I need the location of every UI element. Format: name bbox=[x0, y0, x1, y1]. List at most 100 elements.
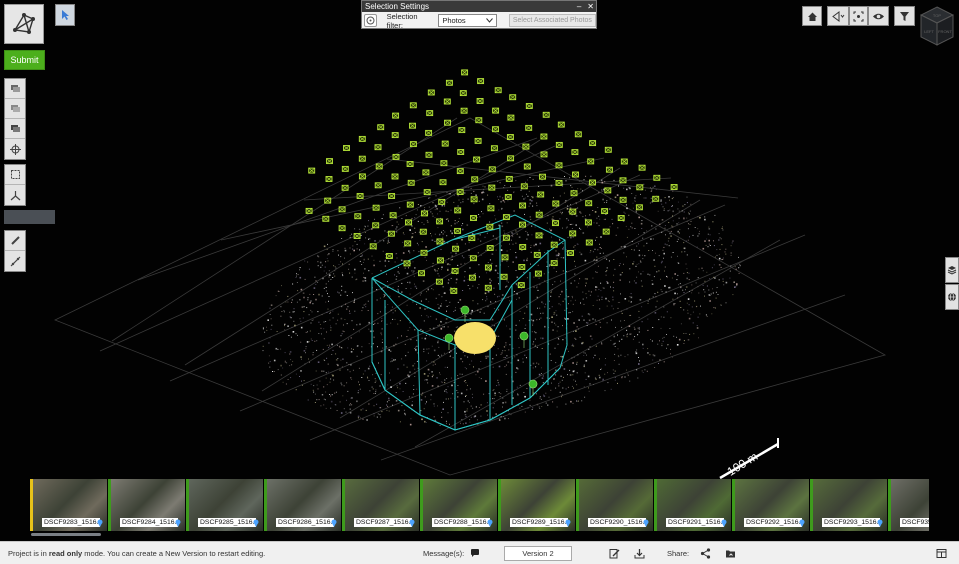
photo-thumbnail[interactable]: DSCF9293_1516... bbox=[810, 479, 887, 531]
camera-marker bbox=[477, 78, 485, 85]
camera-marker bbox=[343, 145, 350, 151]
camera-marker bbox=[388, 193, 396, 199]
tool-target[interactable] bbox=[5, 139, 25, 159]
camera-positions[interactable] bbox=[305, 69, 678, 294]
camera-marker bbox=[535, 211, 543, 218]
ground-grid bbox=[54, 117, 887, 476]
camera-marker bbox=[354, 213, 362, 220]
photo-thumbnail[interactable]: DSCF9291_1516... bbox=[654, 479, 731, 531]
home-button[interactable] bbox=[802, 6, 822, 26]
download-icon[interactable] bbox=[634, 548, 645, 559]
camera-marker bbox=[584, 219, 592, 226]
photo-thumbnail[interactable]: DSCF9283_1516... bbox=[30, 479, 107, 531]
photo-thumbnail[interactable]: DSCF9286_1516... bbox=[264, 479, 341, 531]
version-selector[interactable]: Version 2 bbox=[504, 546, 572, 561]
camera-marker bbox=[322, 215, 330, 222]
tool-box-select[interactable] bbox=[5, 165, 25, 185]
selection-filter-dropdown[interactable]: Photos bbox=[438, 14, 497, 27]
panel-titlebar[interactable]: Selection Settings – ✕ bbox=[362, 1, 596, 12]
thumbnail-caption: DSCF9292_1516... bbox=[744, 518, 802, 527]
camera-marker bbox=[468, 235, 476, 242]
selection-mode-button[interactable] bbox=[364, 14, 377, 27]
tool-layers-1[interactable] bbox=[5, 79, 25, 99]
tool-layers-3[interactable] bbox=[5, 119, 25, 139]
navigation-button[interactable] bbox=[827, 6, 849, 26]
camera-marker bbox=[534, 270, 542, 277]
camera-marker bbox=[377, 124, 385, 131]
photo-thumbnail[interactable]: DSCF9287_1516... bbox=[342, 479, 419, 531]
tool-axis[interactable] bbox=[5, 185, 25, 205]
camera-marker bbox=[501, 254, 509, 261]
filter-button[interactable] bbox=[894, 6, 915, 26]
camera-marker bbox=[550, 260, 558, 267]
photo-thumbnail[interactable]: DSCF9284_1516... bbox=[108, 479, 185, 531]
camera-marker bbox=[487, 205, 495, 212]
panel-layout-icon[interactable] bbox=[936, 548, 947, 559]
tool-pencil[interactable] bbox=[5, 231, 25, 251]
thumbnail-caption: DSCF9287_1516... bbox=[354, 518, 412, 527]
photo-thumbnail[interactable]: DSCF9290_1516... bbox=[576, 479, 653, 531]
globe-side-tab[interactable] bbox=[945, 284, 959, 310]
location-pin-icon bbox=[253, 519, 259, 527]
camera-marker bbox=[450, 287, 458, 294]
camera-marker bbox=[341, 165, 349, 172]
tool-layers-2[interactable] bbox=[5, 99, 25, 119]
selected-region[interactable] bbox=[454, 322, 496, 354]
camera-marker bbox=[358, 173, 366, 180]
camera-marker bbox=[421, 210, 428, 217]
folder-share-icon[interactable] bbox=[725, 548, 736, 559]
camera-marker bbox=[523, 163, 531, 170]
edit-document-icon[interactable] bbox=[609, 548, 620, 559]
thumbnail-caption: DSCF9291_1516... bbox=[666, 518, 724, 527]
select-associated-photos-button[interactable]: Select Associated Photos bbox=[508, 14, 596, 27]
globe-icon bbox=[948, 292, 956, 302]
camera-marker bbox=[425, 129, 433, 136]
camera-marker bbox=[326, 158, 333, 165]
photo-thumbnail[interactable]: DSCF9292_1516... bbox=[732, 479, 809, 531]
submit-button[interactable]: Submit bbox=[4, 50, 45, 70]
layers-side-tab[interactable] bbox=[945, 257, 959, 283]
thumbnail-caption: DSCF9286_1516... bbox=[276, 518, 334, 527]
camera-marker bbox=[325, 176, 333, 182]
camera-marker bbox=[617, 215, 625, 221]
photo-thumbnail[interactable]: DSCF9354_... bbox=[888, 479, 929, 531]
tool-measure[interactable] bbox=[5, 251, 25, 271]
zoom-extent-button[interactable] bbox=[849, 6, 868, 26]
minimize-button[interactable]: – bbox=[577, 1, 581, 12]
share-icon[interactable] bbox=[700, 548, 711, 559]
close-button[interactable]: ✕ bbox=[587, 1, 594, 12]
location-pin-icon bbox=[721, 519, 727, 527]
photo-thumbnail[interactable]: DSCF9289_1516... bbox=[498, 479, 575, 531]
thumbnail-caption: DSCF9354_... bbox=[900, 518, 929, 527]
camera-marker bbox=[636, 184, 644, 191]
chat-bubble-icon[interactable] bbox=[470, 548, 480, 558]
view-cube[interactable]: TOP LEFT FRONT bbox=[920, 6, 954, 46]
pointer-select-button[interactable] bbox=[55, 4, 75, 26]
camera-marker bbox=[619, 196, 627, 203]
app-logo-button[interactable] bbox=[4, 4, 44, 44]
chevron-down-icon bbox=[485, 18, 493, 23]
camera-marker bbox=[587, 158, 595, 165]
camera-marker bbox=[324, 197, 332, 204]
camera-marker bbox=[409, 122, 416, 129]
photo-thumbnail[interactable]: DSCF9285_1516... bbox=[186, 479, 263, 531]
camera-marker bbox=[473, 156, 481, 163]
layers-icon bbox=[947, 266, 957, 275]
visibility-button[interactable] bbox=[868, 6, 889, 26]
camera-marker bbox=[635, 204, 643, 211]
camera-marker bbox=[369, 243, 377, 250]
camera-marker bbox=[486, 245, 494, 251]
photo-thumbnail-strip[interactable]: DSCF9283_1516... DSCF9284_1516... DSCF9285… bbox=[30, 479, 929, 531]
navigate-icon bbox=[831, 10, 844, 22]
photo-thumbnail[interactable]: DSCF9288_1516... bbox=[420, 479, 497, 531]
layer-tools-group bbox=[4, 78, 26, 160]
camera-marker bbox=[405, 219, 412, 226]
thumbnail-scrollbar[interactable] bbox=[31, 533, 101, 536]
point-cloud-scene[interactable]: 100 m bbox=[0, 0, 959, 541]
camera-marker bbox=[374, 182, 382, 189]
camera-marker bbox=[502, 234, 510, 241]
stack-icon bbox=[10, 105, 20, 112]
3d-viewport[interactable]: 100 m Submit Selection Settings – ✕ Sele… bbox=[0, 0, 959, 541]
camera-marker bbox=[387, 230, 395, 237]
camera-marker bbox=[451, 267, 459, 274]
